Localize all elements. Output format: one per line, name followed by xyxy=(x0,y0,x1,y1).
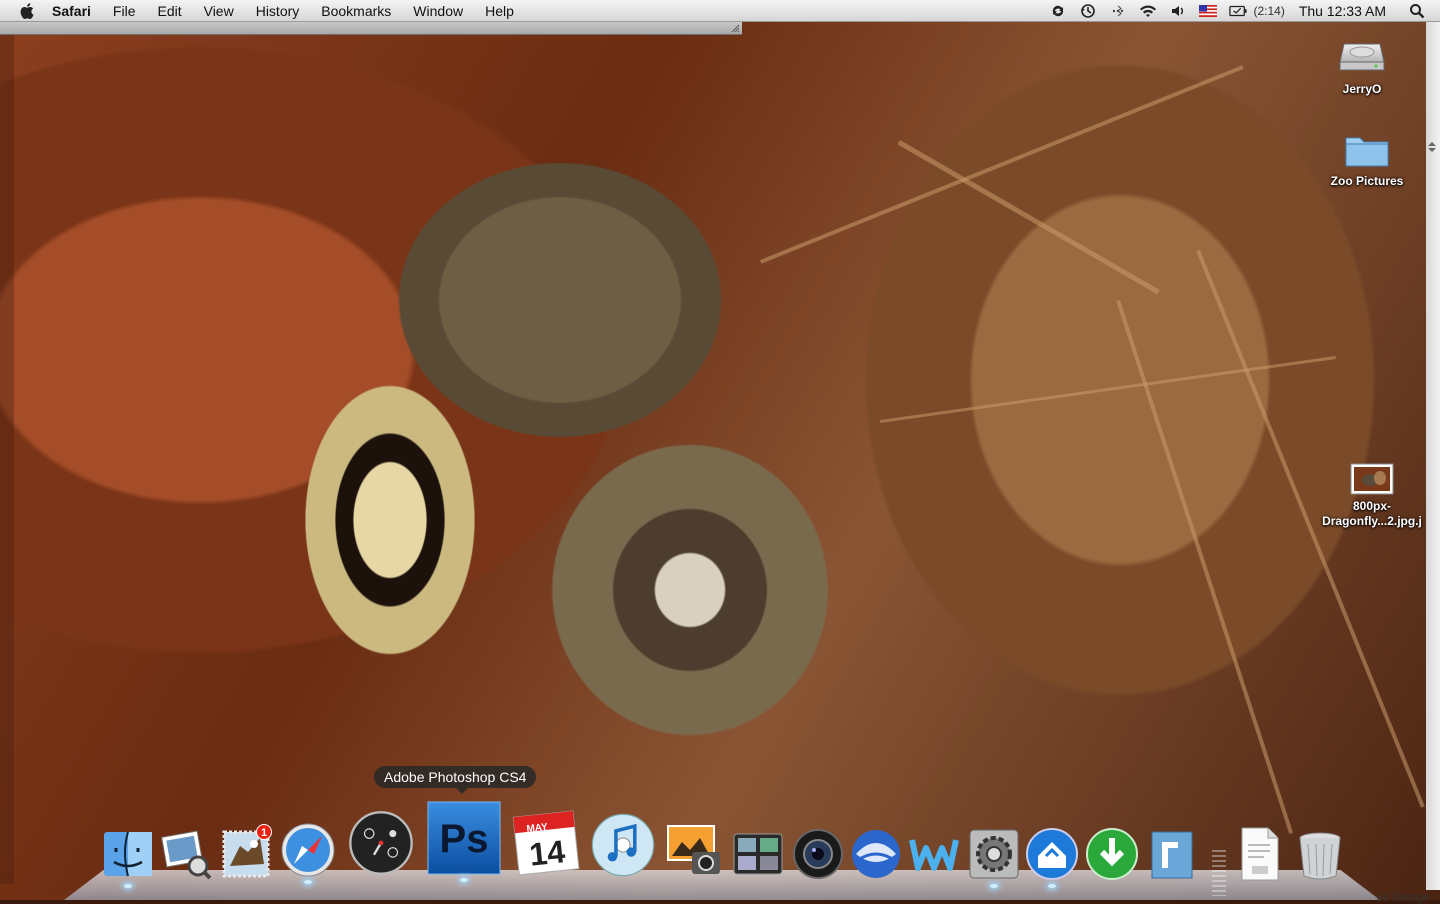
calendar-month: MAY xyxy=(526,822,549,835)
download-arrow-icon xyxy=(1086,828,1138,880)
folder-icon xyxy=(1345,137,1389,167)
pdf-document-icon xyxy=(1241,827,1279,881)
menu-file[interactable]: File xyxy=(102,0,147,22)
safari-compass-icon xyxy=(281,823,335,877)
apple-menu-icon[interactable] xyxy=(18,1,38,21)
dashboard-icon xyxy=(349,811,413,875)
finder-icon xyxy=(104,831,152,877)
dock-item-photoshop[interactable]: Ps xyxy=(426,800,502,882)
desktop-icon-label: Zoo Pictures xyxy=(1330,174,1404,188)
wallpaper-vein xyxy=(897,140,1160,295)
photoshop-icon-label: Ps xyxy=(440,817,489,861)
dock-item-dashboard[interactable] xyxy=(348,810,414,876)
running-indicator xyxy=(1048,884,1056,888)
dock-item-spaces[interactable] xyxy=(730,826,786,882)
wallpaper-vein xyxy=(1116,300,1294,834)
menu-extras: (2:14) Thu 12:33 AM xyxy=(1043,0,1440,22)
dock-item-update-blue[interactable] xyxy=(1024,826,1080,888)
preview-icon xyxy=(161,830,212,880)
resize-grip-icon[interactable] xyxy=(730,23,740,33)
dock-item-finder[interactable] xyxy=(100,826,156,888)
spaces-icon xyxy=(733,833,783,875)
dock-item-trash[interactable] xyxy=(1292,826,1348,882)
us-flag-icon[interactable] xyxy=(1199,3,1218,19)
menu-window[interactable]: Window xyxy=(402,0,474,22)
menu-bookmarks[interactable]: Bookmarks xyxy=(310,0,402,22)
update-house-icon xyxy=(1026,828,1078,880)
dock-item-google-earth[interactable] xyxy=(848,826,904,882)
hard-drive-icon xyxy=(1339,43,1385,71)
wifi-icon[interactable] xyxy=(1139,3,1157,19)
running-indicator xyxy=(304,880,312,884)
dock-tooltip: Adobe Photoshop CS4 xyxy=(374,766,537,794)
desktop-icon-hard-drive[interactable]: JerryO xyxy=(1307,30,1417,97)
sync-icon[interactable] xyxy=(1049,3,1067,19)
desktop-wallpaper xyxy=(0,0,1440,900)
scroll-arrows-icon xyxy=(1428,142,1436,152)
dock-separator xyxy=(1212,850,1226,896)
battery-time: (2:14) xyxy=(1253,4,1285,18)
photo-booth-icon xyxy=(793,829,843,879)
calendar-day: 14 xyxy=(528,833,567,873)
photoshop-icon: Ps xyxy=(427,801,501,875)
menu-view[interactable]: View xyxy=(193,0,245,22)
desktop-icon-label-line1: 800px- xyxy=(1352,499,1392,513)
menu-clock[interactable]: Thu 12:33 AM xyxy=(1299,3,1386,19)
iweb-icon xyxy=(909,839,959,871)
dock-item-safari[interactable] xyxy=(280,822,336,884)
spotlight-search-icon[interactable] xyxy=(1408,3,1426,19)
dock-item-system-preferences[interactable] xyxy=(966,826,1022,888)
menu-history[interactable]: History xyxy=(245,0,311,22)
calendar-icon: MAY 14 xyxy=(512,810,580,876)
dock-item-iphoto-preview[interactable] xyxy=(158,826,214,882)
wallpaper-vein xyxy=(760,65,1244,264)
running-indicator xyxy=(460,878,468,882)
google-earth-icon xyxy=(852,830,900,878)
bluetooth-icon[interactable] xyxy=(1109,3,1127,19)
utility-tool-icon xyxy=(1151,831,1193,879)
running-indicator xyxy=(990,884,998,888)
desktop-icon-label-line2: Dragonfly...2.jpg.j xyxy=(1322,514,1422,528)
desktop-icon-dragonfly-image[interactable]: 800px- Dragonfly...2.jpg.j xyxy=(1317,463,1427,529)
menu-help[interactable]: Help xyxy=(474,0,525,22)
dock-item-pdf-document[interactable] xyxy=(1232,826,1288,882)
image-thumbnail-icon xyxy=(1350,463,1394,495)
system-preferences-icon xyxy=(969,829,1019,879)
dock-item-ical[interactable]: MAY 14 xyxy=(512,808,580,876)
mail-unread-badge: 1 xyxy=(256,824,272,840)
dock-item-download-green[interactable] xyxy=(1084,826,1140,882)
window-left-edge xyxy=(0,34,14,884)
dock-item-utility[interactable] xyxy=(1144,826,1200,882)
battery-icon[interactable] xyxy=(1229,3,1248,19)
safari-window-edge[interactable] xyxy=(0,22,742,35)
iphoto-icon xyxy=(667,825,720,874)
time-machine-icon[interactable] xyxy=(1079,3,1097,19)
desktop-icon-label: JerryO xyxy=(1342,82,1382,96)
dock-item-iphoto[interactable] xyxy=(666,822,722,878)
dock-item-photo-booth[interactable] xyxy=(790,826,846,882)
dock-item-iweb[interactable] xyxy=(906,826,962,882)
desktop-icon-zoo-pictures[interactable]: Zoo Pictures xyxy=(1312,130,1422,189)
dock-item-mail[interactable]: 1 xyxy=(218,824,274,882)
menu-bar: Safari File Edit View History Bookmarks … xyxy=(0,0,1440,22)
trash-icon xyxy=(1299,832,1341,880)
menu-edit[interactable]: Edit xyxy=(146,0,192,22)
window-peek-text: es Storage xyxy=(1376,892,1430,904)
window-scrollbar-edge[interactable] xyxy=(1426,22,1440,890)
wallpaper-vein xyxy=(880,355,1336,423)
volume-icon[interactable] xyxy=(1169,3,1187,19)
dock-item-itunes[interactable] xyxy=(590,812,656,878)
running-indicator xyxy=(124,884,132,888)
itunes-icon xyxy=(591,813,655,877)
menu-app-safari[interactable]: Safari xyxy=(52,0,102,22)
